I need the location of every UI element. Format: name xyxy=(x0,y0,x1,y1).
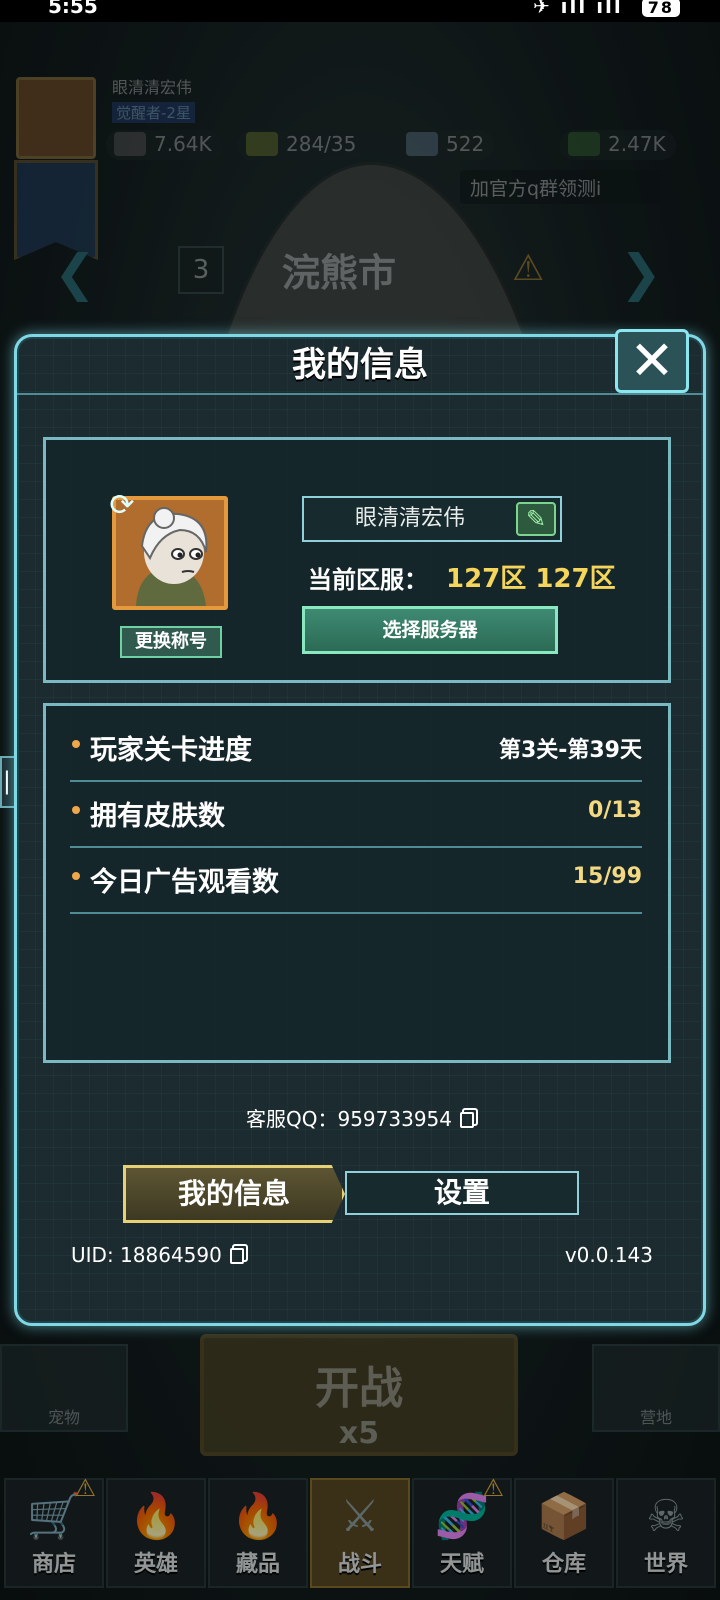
change-title-button[interactable]: 更换称号 xyxy=(120,626,222,658)
uid-line: UID: 18864590 xyxy=(71,1243,244,1267)
stat-label: 今日广告观看数 xyxy=(90,867,279,898)
bullet-icon xyxy=(72,740,80,748)
stats-panel: 玩家关卡进度 第3关-第39天 拥有皮肤数 0/13 今日广告观看数 15/99 xyxy=(43,703,671,1063)
stat-label: 拥有皮肤数 xyxy=(90,801,225,832)
signal-icon: ✈ ıll ıll xyxy=(532,0,623,18)
server-value: 127区 127区 xyxy=(446,564,616,594)
stat-row-progress: 玩家关卡进度 第3关-第39天 xyxy=(70,716,642,782)
qq-number: 959733954 xyxy=(337,1107,452,1131)
nickname-text: 眼清清宏伟 xyxy=(354,506,465,531)
dialog-tabs: 我的信息 设置 xyxy=(123,1165,579,1223)
game-screen: 5:55 ✈ ıll ıll 78 眼清清宏伟 觉醒者-2星 7.64K 284… xyxy=(0,0,720,1600)
nickname-field: 眼清清宏伟 ✎ xyxy=(302,496,562,542)
bullet-icon xyxy=(72,872,80,880)
bullet-icon xyxy=(72,806,80,814)
dialog-title: 我的信息 xyxy=(17,337,703,395)
edit-name-button[interactable]: ✎ xyxy=(516,502,556,536)
support-qq: 客服QQ：959733954 xyxy=(17,1103,703,1132)
tab-my-info[interactable]: 我的信息 xyxy=(123,1165,345,1223)
battery-icon: 78 xyxy=(641,0,680,17)
uid-value: 18864590 xyxy=(120,1243,222,1267)
status-time: 5:55 xyxy=(48,0,98,18)
version-label: v0.0.143 xyxy=(564,1243,653,1267)
stat-label: 玩家关卡进度 xyxy=(90,735,252,766)
status-bar: 5:55 ✈ ıll ıll 78 xyxy=(0,0,720,22)
stat-row-ads: 今日广告观看数 15/99 xyxy=(70,848,642,914)
stat-value: 15/99 xyxy=(572,864,642,889)
tab-settings[interactable]: 设置 xyxy=(345,1171,579,1215)
server-label: 当前区服： xyxy=(308,566,428,594)
close-button[interactable]: ✕ xyxy=(615,329,689,393)
copy-icon[interactable] xyxy=(229,1248,244,1264)
my-info-dialog: 我的信息 ✕ ⟳ 更换称号 眼清清宏伟 ✎ 当前区服： 127区 127区 选择… xyxy=(14,329,706,1326)
stat-value: 0/13 xyxy=(588,798,642,823)
close-icon: ✕ xyxy=(629,329,675,392)
qq-label: 客服QQ： xyxy=(245,1107,338,1131)
pencil-icon: ✎ xyxy=(525,505,547,533)
profile-panel: ⟳ 更换称号 眼清清宏伟 ✎ 当前区服： 127区 127区 选择服务器 xyxy=(43,437,671,683)
uid-label: UID: xyxy=(71,1243,121,1267)
stat-row-skins: 拥有皮肤数 0/13 xyxy=(70,782,642,848)
select-server-button[interactable]: 选择服务器 xyxy=(302,606,558,654)
stat-value: 第3关-第39天 xyxy=(498,738,642,763)
status-right: ✈ ıll ıll 78 xyxy=(533,0,680,18)
refresh-avatar-icon[interactable]: ⟳ xyxy=(104,488,140,524)
copy-icon[interactable] xyxy=(460,1112,474,1128)
